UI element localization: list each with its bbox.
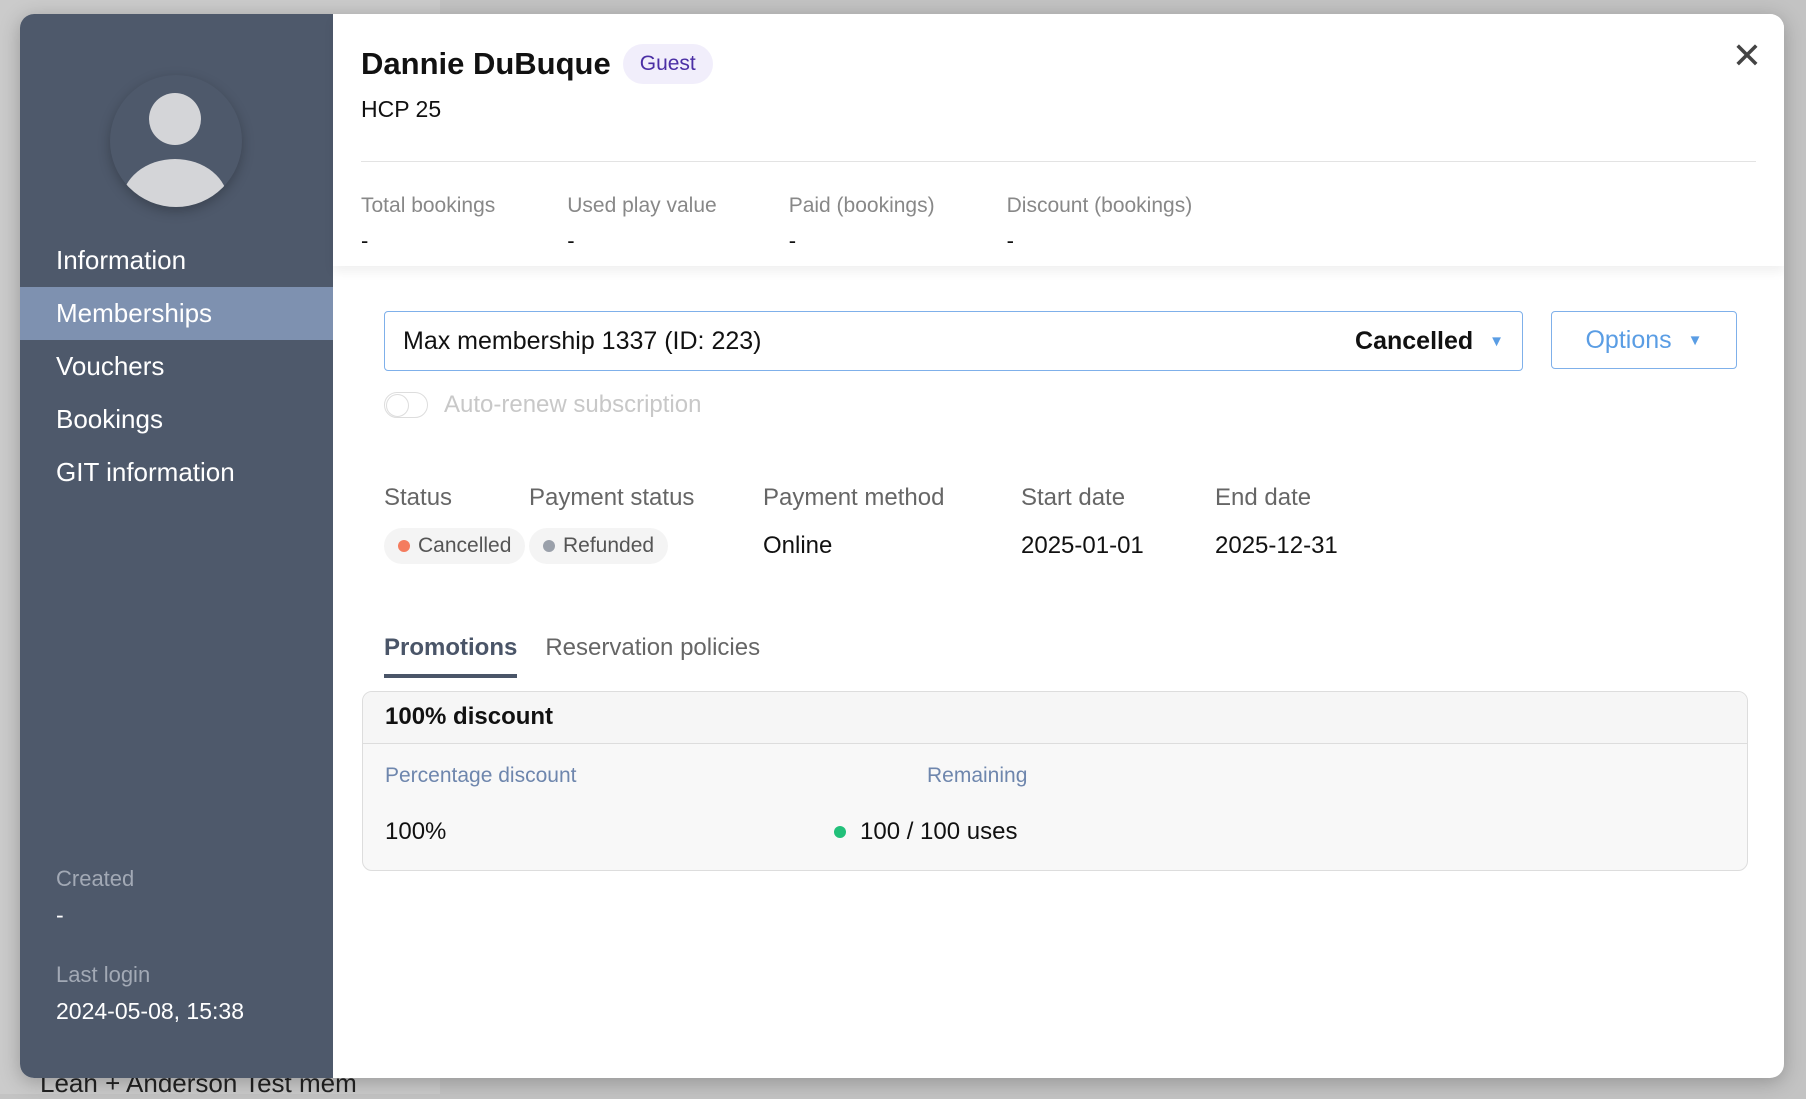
- sidebar-item-git-information[interactable]: GIT information: [20, 446, 333, 499]
- last-login-info: Last login 2024-05-08, 15:38: [56, 962, 244, 1025]
- detail-end-date: End date 2025-12-31: [1215, 484, 1338, 564]
- detail-value: Online: [763, 532, 833, 559]
- sidebar: Information Memberships Vouchers Booking…: [20, 14, 333, 1078]
- stat-total-bookings: Total bookings -: [361, 194, 495, 254]
- main-panel: Dannie DuBuque Guest HCP 25 ✕ Total book…: [333, 14, 1784, 1078]
- avatar: [110, 75, 242, 207]
- auto-renew-toggle[interactable]: [384, 392, 428, 418]
- payment-status-text: Refunded: [563, 534, 655, 557]
- payment-status-badge: Refunded: [529, 528, 669, 564]
- tab-reservation-policies[interactable]: Reservation policies: [545, 634, 760, 678]
- stat-paid-bookings: Paid (bookings) -: [789, 194, 935, 254]
- percentage-label: Percentage discount: [385, 764, 577, 787]
- header-panel: Dannie DuBuque Guest HCP 25 ✕ Total book…: [333, 14, 1784, 266]
- stat-value: -: [1006, 228, 1014, 253]
- stat-value: -: [361, 228, 369, 253]
- caret-down-icon: ▼: [1687, 331, 1703, 349]
- customer-name: Dannie DuBuque Guest: [361, 44, 713, 84]
- tab-promotions[interactable]: Promotions: [384, 634, 518, 678]
- percentage-value: 100%: [385, 818, 447, 845]
- status-text: Cancelled: [418, 534, 512, 557]
- guest-badge: Guest: [622, 44, 713, 84]
- sidebar-item-information[interactable]: Information: [20, 234, 333, 287]
- promotion-title: 100% discount: [363, 692, 1747, 744]
- remaining-dot: [834, 826, 846, 838]
- divider: [361, 161, 1756, 162]
- stat-label: Used play value: [567, 194, 717, 217]
- detail-label: Payment method: [763, 484, 945, 511]
- created-value: -: [56, 902, 64, 928]
- detail-label: End date: [1215, 484, 1312, 511]
- sidebar-menu: Information Memberships Vouchers Booking…: [20, 234, 333, 499]
- auto-renew-toggle-row: Auto-renew subscription: [384, 391, 701, 419]
- sidebar-item-bookings[interactable]: Bookings: [20, 393, 333, 446]
- detail-label: Status: [384, 484, 453, 511]
- detail-value: 2025-12-31: [1215, 532, 1338, 559]
- payment-status-dot: [543, 540, 555, 552]
- status-dot: [398, 540, 410, 552]
- handicap: HCP 25: [361, 96, 442, 122]
- membership-details: Status Cancelled Payment status Refunded…: [384, 484, 1338, 564]
- customer-name-text: Dannie DuBuque: [361, 46, 611, 81]
- promotion-card: 100% discount Percentage discount Remain…: [362, 691, 1748, 871]
- remaining-label: Remaining: [927, 764, 1028, 787]
- stat-used-play-value: Used play value -: [567, 194, 716, 254]
- stat-label: Discount (bookings): [1006, 194, 1193, 217]
- detail-value: 2025-01-01: [1021, 532, 1144, 559]
- options-label: Options: [1585, 325, 1672, 354]
- remaining-text: 100 / 100 uses: [860, 818, 1018, 845]
- detail-status: Status Cancelled: [384, 484, 529, 564]
- detail-label: Start date: [1021, 484, 1126, 511]
- created-info: Created -: [56, 866, 134, 929]
- remaining-value: 100 / 100 uses: [834, 818, 1017, 846]
- detail-start-date: Start date 2025-01-01: [1021, 484, 1215, 564]
- stat-discount-bookings: Discount (bookings) -: [1007, 194, 1193, 254]
- options-button[interactable]: Options ▼: [1551, 311, 1737, 369]
- stats-row: Total bookings - Used play value - Paid (b…: [361, 194, 1264, 254]
- sidebar-item-memberships[interactable]: Memberships: [20, 287, 333, 340]
- tabs: Promotions Reservation policies: [384, 634, 760, 678]
- membership-select[interactable]: Max membership 1337 (ID: 223) Cancelled …: [384, 311, 1523, 371]
- sidebar-item-vouchers[interactable]: Vouchers: [20, 340, 333, 393]
- detail-payment-method: Payment method Online: [763, 484, 1021, 564]
- stat-label: Paid (bookings): [788, 194, 935, 217]
- detail-label: Payment status: [529, 484, 695, 511]
- stat-label: Total bookings: [361, 194, 496, 217]
- detail-payment-status: Payment status Refunded: [529, 484, 763, 564]
- auto-renew-label: Auto-renew subscription: [444, 391, 702, 418]
- membership-status: Cancelled: [1355, 326, 1474, 355]
- close-icon[interactable]: ✕: [1732, 38, 1762, 74]
- membership-name: Max membership 1337 (ID: 223): [403, 326, 762, 355]
- last-login-label: Last login: [56, 962, 151, 987]
- created-label: Created: [56, 866, 135, 891]
- last-login-value: 2024-05-08, 15:38: [56, 998, 244, 1024]
- stat-value: -: [788, 228, 797, 253]
- stat-value: -: [567, 228, 575, 253]
- customer-modal: Information Memberships Vouchers Booking…: [20, 14, 1784, 1078]
- caret-down-icon: ▼: [1489, 332, 1504, 350]
- status-badge: Cancelled: [384, 528, 526, 564]
